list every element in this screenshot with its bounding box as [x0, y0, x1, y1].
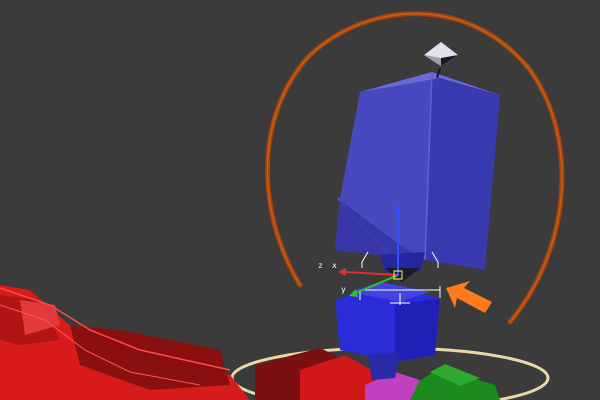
axis-label-y: y: [341, 285, 346, 294]
scene-canvas[interactable]: z x y: [0, 0, 600, 400]
red-limb-group[interactable]: [0, 285, 250, 400]
3d-viewport[interactable]: z x y: [0, 0, 600, 400]
axis-label-x: x: [332, 261, 337, 270]
blue-lower-side[interactable]: [395, 298, 440, 362]
gizmo-x-arrowhead[interactable]: [338, 268, 346, 276]
gizmo-x-axis[interactable]: [344, 271, 399, 276]
orange-arrow-icon: [446, 281, 492, 313]
blue-neck[interactable]: [368, 352, 400, 380]
blue-upper-right-face[interactable]: [425, 72, 500, 270]
axis-label-z: z: [318, 261, 323, 270]
blue-upper-body[interactable]: [335, 71, 500, 270]
pyramid-marker-icon[interactable]: [424, 42, 458, 79]
